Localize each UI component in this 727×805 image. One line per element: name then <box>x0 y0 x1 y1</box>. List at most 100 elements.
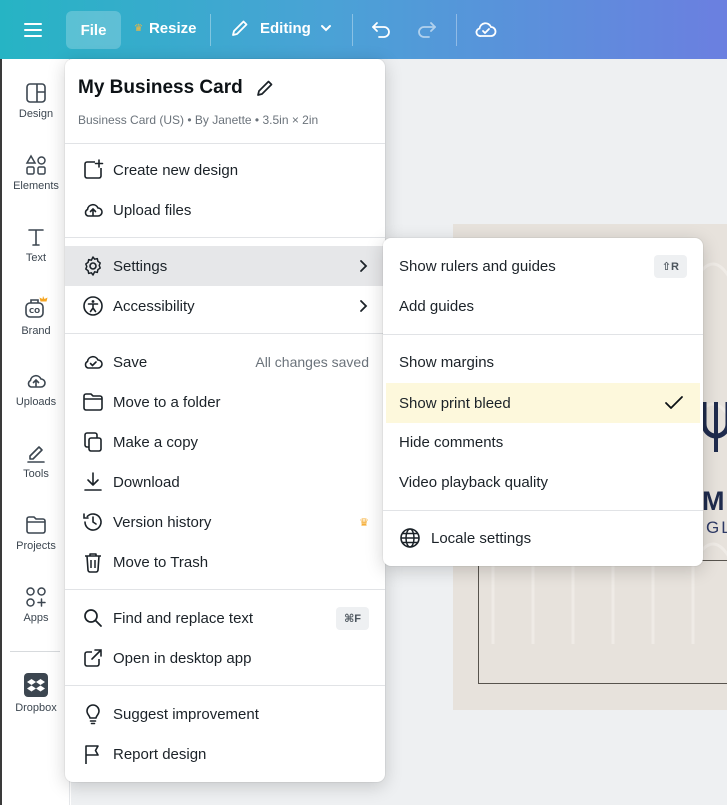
external-link-icon <box>81 646 105 670</box>
design-title[interactable]: My Business Card <box>78 77 275 99</box>
undo-icon <box>372 22 390 38</box>
history-icon <box>81 510 105 534</box>
logo-text-line1: MP <box>702 486 727 516</box>
logo-mark <box>701 402 727 452</box>
upload-cloud-icon <box>81 198 105 222</box>
submenu-item-add-guides[interactable]: Add guides <box>383 286 703 326</box>
rail-item-brand[interactable]: CO Brand <box>0 295 72 337</box>
menu-item-find-replace[interactable]: Find and replace text ⌘F <box>65 598 385 638</box>
shortcut-badge: ⌘F <box>336 606 369 630</box>
redo-icon <box>418 22 436 38</box>
menu-item-upload-files[interactable]: Upload files <box>65 190 385 230</box>
resize-button[interactable]: ♛ Resize <box>134 20 197 37</box>
pencil-icon <box>232 20 248 36</box>
menu-item-label: Find and replace text <box>113 609 254 627</box>
menu-item-label: Download <box>113 473 180 491</box>
menu-item-label: Move to a folder <box>113 393 221 411</box>
text-icon <box>28 229 44 246</box>
save-status-button[interactable] <box>474 18 498 40</box>
submenu-item-video-playback-quality[interactable]: Video playback quality <box>383 462 703 502</box>
trash-icon <box>81 550 105 574</box>
submenu-item-label: Hide comments <box>399 433 504 451</box>
accessibility-icon <box>81 294 105 318</box>
rail-label: Text <box>25 252 47 264</box>
menu-item-label: Make a copy <box>113 433 199 451</box>
logo-text-line2: GLI <box>706 518 727 537</box>
menu-divider <box>65 685 385 686</box>
toolbar-divider <box>352 14 353 46</box>
projects-icon <box>26 516 46 534</box>
submenu-item-show-margins[interactable]: Show margins <box>383 342 703 382</box>
rail-item-tools[interactable]: Tools <box>0 442 72 480</box>
menu-item-create-new-design[interactable]: Create new design <box>65 150 385 190</box>
hamburger-menu-button[interactable] <box>24 18 50 42</box>
design-frame <box>478 560 727 684</box>
menu-item-save[interactable]: Save All changes saved <box>65 342 385 382</box>
menu-item-label: Move to Trash <box>113 553 209 571</box>
menu-item-move-to-folder[interactable]: Move to a folder <box>65 382 385 422</box>
flag-icon <box>81 742 105 766</box>
premium-crown-icon: ♛ <box>359 516 369 529</box>
chevron-down-icon <box>320 25 331 32</box>
menu-item-label: Create new design <box>113 161 239 179</box>
submenu-item-locale-settings[interactable]: Locale settings <box>383 518 703 558</box>
edit-title-icon[interactable] <box>255 78 275 98</box>
menu-item-label: Suggest improvement <box>113 705 259 723</box>
tools-icon <box>27 446 45 463</box>
menu-item-move-to-trash[interactable]: Move to Trash <box>65 542 385 582</box>
menu-divider <box>383 510 703 511</box>
redo-button[interactable] <box>416 18 438 40</box>
rail-item-design[interactable]: Design <box>0 82 72 120</box>
rail-item-projects[interactable]: Projects <box>0 514 72 552</box>
rail-label: Apps <box>23 612 49 624</box>
menu-divider <box>383 334 703 335</box>
menu-item-suggest-improvement[interactable]: Suggest improvement <box>65 694 385 734</box>
submenu-item-show-print-bleed[interactable]: Show print bleed <box>386 383 700 423</box>
rail-label: Design <box>18 108 54 120</box>
shortcut-badge: ⇧R <box>653 254 687 278</box>
rail-label: Brand <box>21 325 51 337</box>
menu-item-version-history[interactable]: Version history ♛ <box>65 502 385 542</box>
settings-submenu: Show rulers and guides ⇧R Add guides Sho… <box>383 238 703 566</box>
file-label: File <box>80 21 107 39</box>
rail-divider <box>10 651 60 652</box>
chevron-right-icon <box>357 259 369 273</box>
rail-label: Uploads <box>15 396 57 408</box>
menu-item-open-desktop-app[interactable]: Open in desktop app <box>65 638 385 678</box>
menu-item-settings[interactable]: Settings <box>65 246 385 286</box>
editing-mode-button[interactable]: Editing <box>230 18 333 38</box>
menu-item-download[interactable]: Download <box>65 462 385 502</box>
submenu-item-show-rulers[interactable]: Show rulers and guides ⇧R <box>383 246 703 286</box>
undo-button[interactable] <box>370 18 392 40</box>
menu-item-make-copy[interactable]: Make a copy <box>65 422 385 462</box>
toolbar-divider <box>456 14 457 46</box>
menu-item-label: Accessibility <box>113 297 195 315</box>
rail-item-text[interactable]: Text <box>0 226 72 264</box>
menu-divider <box>65 237 385 238</box>
submenu-item-hide-comments[interactable]: Hide comments <box>383 422 703 462</box>
copy-icon <box>81 430 105 454</box>
download-icon <box>81 470 105 494</box>
menu-divider <box>65 333 385 334</box>
design-icon <box>26 83 46 103</box>
folder-icon <box>81 390 105 414</box>
rail-item-uploads[interactable]: Uploads <box>0 370 72 408</box>
submenu-item-label: Show rulers and guides <box>399 257 556 275</box>
resize-label: Resize <box>148 20 197 37</box>
menu-divider <box>65 143 385 144</box>
toolbar-divider <box>210 14 211 46</box>
rail-item-apps[interactable]: Apps <box>0 586 72 624</box>
rail-item-dropbox[interactable]: Dropbox <box>0 672 72 714</box>
rail-label: Tools <box>23 468 49 480</box>
menu-item-report-design[interactable]: Report design <box>65 734 385 774</box>
rail-item-elements[interactable]: Elements <box>0 154 72 192</box>
design-title-text: My Business Card <box>78 77 243 98</box>
elements-icon <box>25 154 46 175</box>
file-menu-button[interactable]: File <box>66 11 121 49</box>
checkmark-icon <box>664 395 684 411</box>
submenu-item-label: Video playback quality <box>399 473 548 491</box>
search-icon <box>81 606 105 630</box>
rail-label: Projects <box>16 540 56 552</box>
globe-icon <box>399 527 421 549</box>
menu-item-accessibility[interactable]: Accessibility <box>65 286 385 326</box>
